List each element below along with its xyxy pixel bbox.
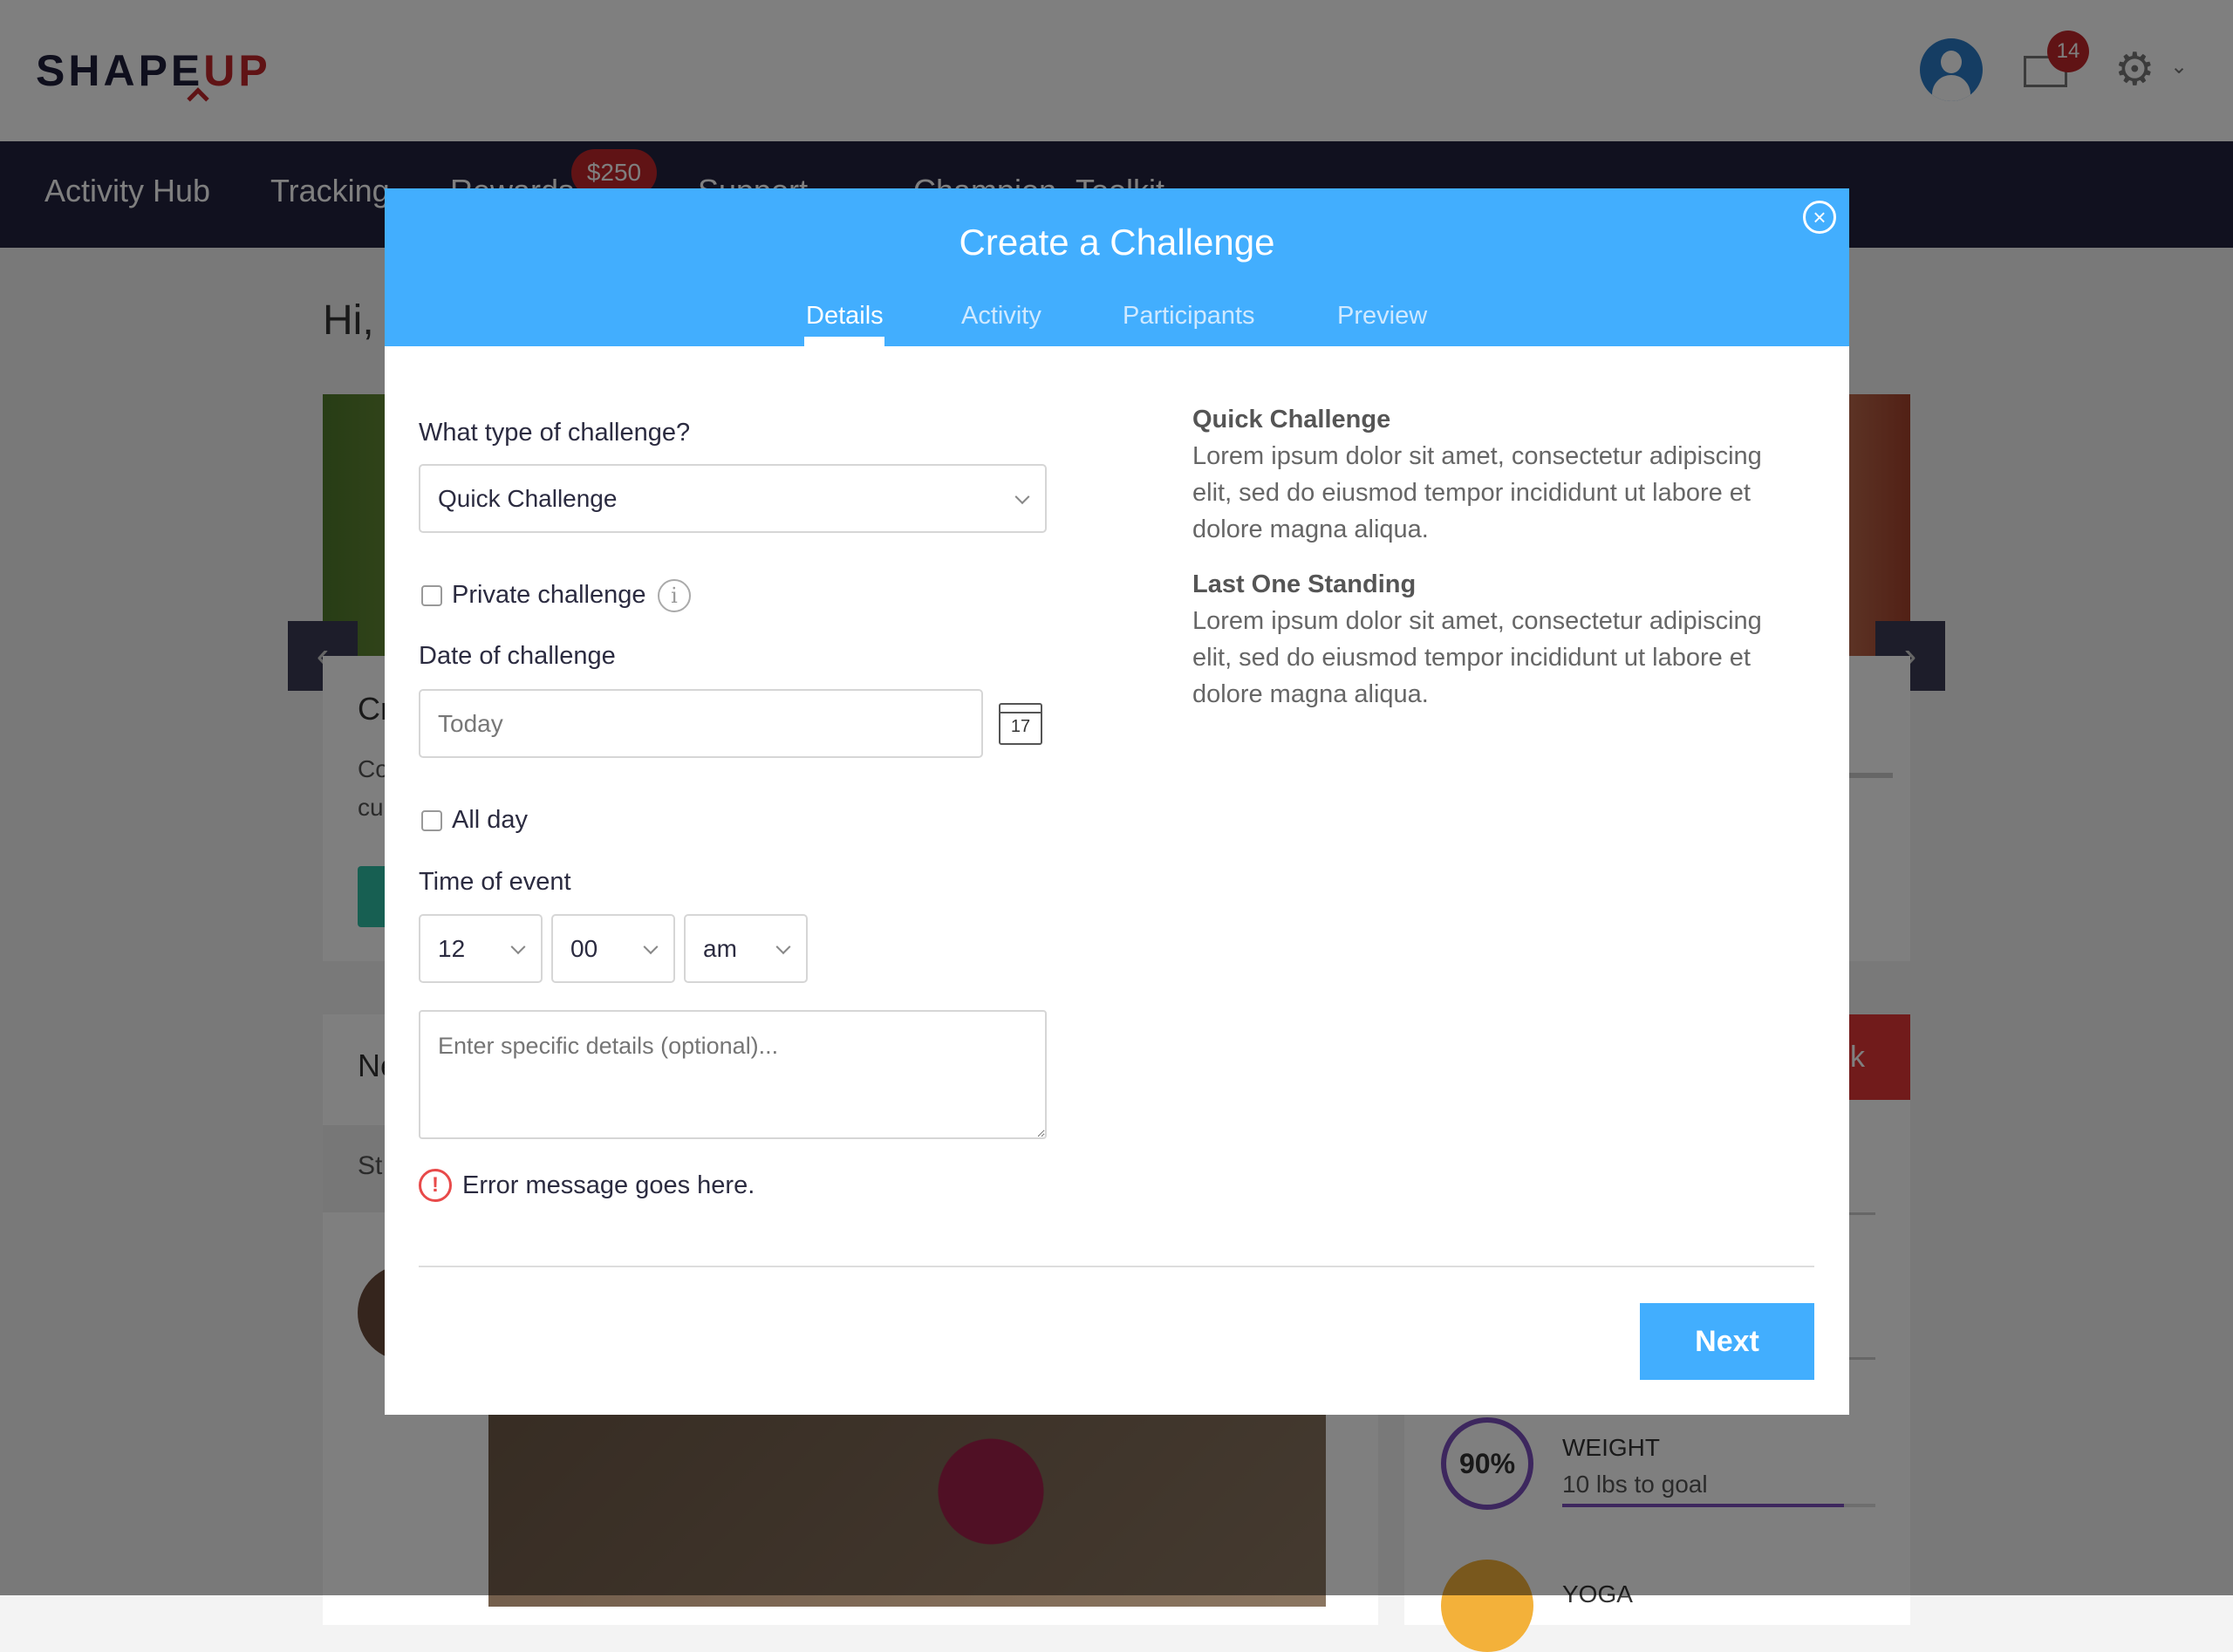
details-textarea[interactable]: [419, 1010, 1047, 1139]
chevron-down-icon: [1014, 488, 1030, 504]
tab-preview[interactable]: Preview: [1337, 302, 1427, 331]
next-button[interactable]: Next: [1640, 1303, 1814, 1380]
allday-label: All day: [452, 806, 529, 834]
modal-title: Create a Challenge: [959, 222, 1275, 263]
close-icon[interactable]: ×: [1803, 201, 1836, 234]
allday-checkbox[interactable]: [421, 810, 442, 831]
footer-divider: [419, 1266, 1814, 1267]
calendar-icon[interactable]: 17: [999, 703, 1042, 745]
ampm-select[interactable]: am: [684, 914, 808, 983]
desc-title-quick: Quick Challenge: [1192, 406, 1391, 433]
type-label: What type of challenge?: [419, 419, 691, 447]
chevron-down-icon: [643, 939, 659, 954]
private-checkbox[interactable]: [421, 585, 442, 606]
time-label: Time of event: [419, 868, 571, 896]
tab-details[interactable]: Details: [806, 302, 884, 331]
minute-select[interactable]: 00: [551, 914, 675, 983]
hour-select[interactable]: 12: [419, 914, 543, 983]
date-label: Date of challenge: [419, 642, 616, 670]
chevron-down-icon: [775, 939, 791, 954]
chevron-down-icon: [510, 939, 526, 954]
create-challenge-modal: Create a Challenge × Details Activity Pa…: [385, 188, 1849, 1415]
modal-header: Create a Challenge × Details Activity Pa…: [385, 188, 1849, 346]
tab-participants[interactable]: Participants: [1123, 302, 1255, 331]
date-input[interactable]: Today: [419, 689, 983, 758]
challenge-type-select[interactable]: Quick Challenge: [419, 464, 1047, 533]
desc-text-quick: Lorem ipsum dolor sit amet, consectetur …: [1192, 442, 1762, 543]
error-icon: !: [419, 1169, 452, 1202]
info-icon[interactable]: i: [658, 579, 691, 612]
error-message: Error message goes here.: [462, 1171, 755, 1199]
tab-activity[interactable]: Activity: [961, 302, 1041, 331]
private-label: Private challenge: [452, 581, 646, 609]
active-tab-indicator: [804, 337, 884, 346]
desc-text-last-one: Lorem ipsum dolor sit amet, consectetur …: [1192, 607, 1762, 708]
desc-title-last-one: Last One Standing: [1192, 570, 1417, 598]
select-value: Quick Challenge: [438, 484, 618, 512]
